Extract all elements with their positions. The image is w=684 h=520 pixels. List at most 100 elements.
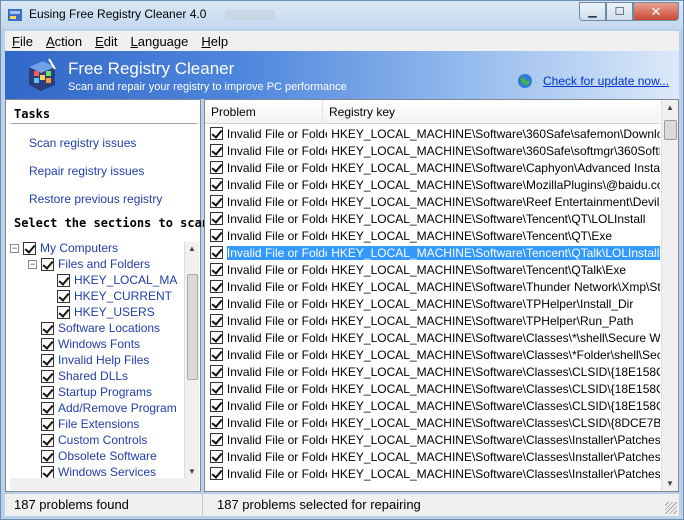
tree-item-obsolete-software[interactable]: Obsolete Software: [28, 448, 157, 464]
menu-help[interactable]: Help: [194, 34, 234, 49]
table-row[interactable]: Invalid File or Folder HKEY_LOCAL_MACHINE…: [205, 312, 660, 329]
tree-item-windows-services[interactable]: Windows Services: [28, 464, 156, 478]
resize-grip-icon[interactable]: [665, 502, 677, 514]
table-row[interactable]: Invalid File or Folder HKEY_LOCAL_MACHINE…: [205, 278, 660, 295]
table-row[interactable]: Invalid File or Folder HKEY_LOCAL_MACHINE…: [205, 363, 660, 380]
section-checkbox[interactable]: [41, 257, 54, 271]
row-checkbox[interactable]: [210, 263, 223, 276]
table-row[interactable]: Invalid File or Folder HKEY_LOCAL_MACHINE…: [205, 244, 660, 261]
restore-registry-link[interactable]: Restore previous registry: [29, 192, 162, 206]
section-checkbox[interactable]: [23, 241, 36, 255]
scroll-thumb[interactable]: [664, 120, 677, 140]
table-row[interactable]: Invalid File or Folder HKEY_LOCAL_MACHINE…: [205, 414, 660, 431]
table-row[interactable]: Invalid File or Folder HKEY_LOCAL_MACHINE…: [205, 210, 660, 227]
table-row[interactable]: Invalid File or Folder HKEY_LOCAL_MACHINE…: [205, 193, 660, 210]
tree-item-custom-controls[interactable]: Custom Controls: [28, 432, 147, 448]
table-row[interactable]: Invalid File or Folder HKEY_LOCAL_MACHINE…: [205, 295, 660, 312]
tree-item-hkey-local-ma[interactable]: HKEY_LOCAL_MA: [44, 272, 177, 288]
scroll-up-icon[interactable]: ▲: [666, 103, 674, 112]
maximize-button[interactable]: ☐: [606, 2, 633, 21]
row-checkbox[interactable]: [210, 246, 223, 259]
row-checkbox[interactable]: [210, 450, 223, 463]
row-checkbox[interactable]: [210, 399, 223, 412]
tree-vertical-scrollbar[interactable]: ▲ ▼: [184, 242, 199, 478]
row-checkbox[interactable]: [210, 178, 223, 191]
row-checkbox[interactable]: [210, 161, 223, 174]
scroll-thumb[interactable]: [187, 274, 198, 380]
row-checkbox[interactable]: [210, 382, 223, 395]
registry-key-cell: HKEY_LOCAL_MACHINE\Software\Classes\CLSI…: [331, 364, 660, 379]
row-checkbox[interactable]: [210, 365, 223, 378]
table-row[interactable]: Invalid File or Folder HKEY_LOCAL_MACHINE…: [205, 227, 660, 244]
row-checkbox[interactable]: [210, 280, 223, 293]
scroll-down-icon[interactable]: ▼: [188, 467, 196, 476]
table-row[interactable]: Invalid File or Folder HKEY_LOCAL_MACHINE…: [205, 397, 660, 414]
tree-item-software-locations[interactable]: Software Locations: [28, 320, 160, 336]
table-row[interactable]: Invalid File or Folder HKEY_LOCAL_MACHINE…: [205, 346, 660, 363]
grid-vertical-scrollbar[interactable]: ▲ ▼: [661, 100, 678, 491]
section-checkbox[interactable]: [41, 401, 54, 415]
tree-item-hkey-current[interactable]: HKEY_CURRENT: [44, 288, 172, 304]
section-checkbox[interactable]: [41, 417, 54, 431]
table-row[interactable]: Invalid File or Folder HKEY_LOCAL_MACHINE…: [205, 465, 660, 482]
tree-item-invalid-help-files[interactable]: Invalid Help Files: [28, 352, 149, 368]
title-bar[interactable]: Eusing Free Registry Cleaner 4.0 ▁ ☐ ✕: [1, 1, 683, 29]
tree-item-shared-dlls[interactable]: Shared DLLs: [28, 368, 128, 384]
tree-horizontal-scrollbar[interactable]: [10, 478, 199, 490]
row-checkbox[interactable]: [210, 331, 223, 344]
row-checkbox[interactable]: [210, 212, 223, 225]
row-checkbox[interactable]: [210, 229, 223, 242]
repair-registry-link[interactable]: Repair registry issues: [29, 164, 144, 178]
tree-item-hkey-users[interactable]: HKEY_USERS: [44, 304, 155, 320]
table-row[interactable]: Invalid File or Folder HKEY_LOCAL_MACHINE…: [205, 380, 660, 397]
section-checkbox[interactable]: [41, 449, 54, 463]
table-row[interactable]: Invalid File or Folder HKEY_LOCAL_MACHINE…: [205, 125, 660, 142]
scroll-up-icon[interactable]: ▲: [188, 244, 196, 253]
tree-item-add-remove-program[interactable]: Add/Remove Program: [28, 400, 177, 416]
tree-item-my-computers[interactable]: − My Computers: [10, 240, 118, 256]
table-row[interactable]: Invalid File or Folder HKEY_LOCAL_MACHINE…: [205, 329, 660, 346]
tree-item-startup-programs[interactable]: Startup Programs: [28, 384, 152, 400]
menu-action[interactable]: Action: [39, 34, 88, 49]
row-checkbox[interactable]: [210, 416, 223, 429]
row-checkbox[interactable]: [210, 195, 223, 208]
section-checkbox[interactable]: [41, 433, 54, 447]
table-row[interactable]: Invalid File or Folder HKEY_LOCAL_MACHINE…: [205, 176, 660, 193]
scan-registry-link[interactable]: Scan registry issues: [29, 136, 136, 150]
collapse-icon[interactable]: −: [10, 243, 19, 253]
row-checkbox[interactable]: [210, 314, 223, 327]
section-checkbox[interactable]: [41, 337, 54, 351]
column-problem[interactable]: Problem: [205, 100, 323, 124]
tree-item-files-and-folders[interactable]: − Files and Folders: [28, 256, 150, 272]
scroll-down-icon[interactable]: ▼: [666, 479, 674, 488]
collapse-icon[interactable]: −: [28, 259, 37, 269]
row-checkbox[interactable]: [210, 144, 223, 157]
section-checkbox[interactable]: [41, 465, 54, 478]
section-checkbox[interactable]: [41, 321, 54, 335]
table-row[interactable]: Invalid File or Folder HKEY_LOCAL_MACHINE…: [205, 448, 660, 465]
table-row[interactable]: Invalid File or Folder HKEY_LOCAL_MACHINE…: [205, 159, 660, 176]
check-update-link[interactable]: Check for update now...: [543, 74, 669, 88]
row-checkbox[interactable]: [210, 297, 223, 310]
section-checkbox[interactable]: [41, 369, 54, 383]
tree-item-windows-fonts[interactable]: Windows Fonts: [28, 336, 140, 352]
menu-file[interactable]: File: [5, 34, 39, 49]
section-checkbox[interactable]: [41, 353, 54, 367]
row-checkbox[interactable]: [210, 127, 223, 140]
section-checkbox[interactable]: [57, 273, 70, 287]
menu-edit[interactable]: Edit: [88, 34, 123, 49]
table-row[interactable]: Invalid File or Folder HKEY_LOCAL_MACHINE…: [205, 431, 660, 448]
section-checkbox[interactable]: [57, 305, 70, 319]
row-checkbox[interactable]: [210, 348, 223, 361]
table-row[interactable]: Invalid File or Folder HKEY_LOCAL_MACHINE…: [205, 142, 660, 159]
column-registry-key[interactable]: Registry key: [323, 100, 660, 124]
tree-item-file-extensions[interactable]: File Extensions: [28, 416, 139, 432]
close-button[interactable]: ✕: [633, 2, 679, 21]
row-checkbox[interactable]: [210, 433, 223, 446]
row-checkbox[interactable]: [210, 467, 223, 480]
minimize-button[interactable]: ▁: [579, 2, 606, 21]
menu-language[interactable]: Language: [124, 34, 195, 49]
section-checkbox[interactable]: [41, 385, 54, 399]
table-row[interactable]: Invalid File or Folder HKEY_LOCAL_MACHINE…: [205, 261, 660, 278]
section-checkbox[interactable]: [57, 289, 70, 303]
